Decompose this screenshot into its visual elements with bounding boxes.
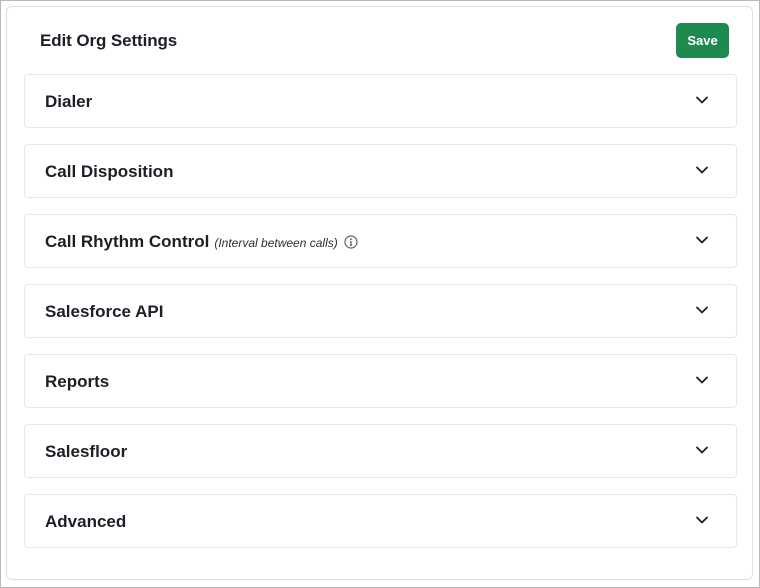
chevron-down-icon[interactable] xyxy=(695,303,709,317)
chevron-down-icon[interactable] xyxy=(695,513,709,527)
chevron-down-icon[interactable] xyxy=(695,373,709,387)
info-icon[interactable] xyxy=(344,235,358,249)
settings-sections: Dialer Call Disposition Call Rhythm Cont… xyxy=(24,74,737,564)
chevron-down-icon[interactable] xyxy=(695,93,709,107)
org-settings-panel: Edit Org Settings Save Dialer Call Dispo… xyxy=(6,6,753,580)
section-dialer[interactable]: Dialer xyxy=(24,74,737,128)
section-title: Reports xyxy=(45,372,110,391)
chevron-down-icon[interactable] xyxy=(695,233,709,247)
chevron-down-icon[interactable] xyxy=(695,443,709,457)
page-title: Edit Org Settings xyxy=(40,31,178,50)
section-subtitle: (Interval between calls) xyxy=(214,236,338,250)
section-title: Dialer xyxy=(45,92,93,111)
section-call-rhythm-control[interactable]: Call Rhythm Control (Interval between cal… xyxy=(24,214,737,268)
section-call-disposition[interactable]: Call Disposition xyxy=(24,144,737,198)
save-button[interactable]: Save xyxy=(676,23,729,58)
section-title: Salesforce API xyxy=(45,302,164,321)
section-title: Salesfloor xyxy=(45,442,128,461)
section-title: Call Rhythm Control xyxy=(45,232,210,251)
panel-header: Edit Org Settings Save xyxy=(7,7,752,75)
section-title: Advanced xyxy=(45,512,127,531)
section-salesforce-api[interactable]: Salesforce API xyxy=(24,284,737,338)
section-title: Call Disposition xyxy=(45,162,174,181)
section-salesfloor[interactable]: Salesfloor xyxy=(24,424,737,478)
section-advanced[interactable]: Advanced xyxy=(24,494,737,548)
section-title-row: Call Rhythm Control (Interval between cal… xyxy=(45,232,358,252)
section-reports[interactable]: Reports xyxy=(24,354,737,408)
chevron-down-icon[interactable] xyxy=(695,163,709,177)
